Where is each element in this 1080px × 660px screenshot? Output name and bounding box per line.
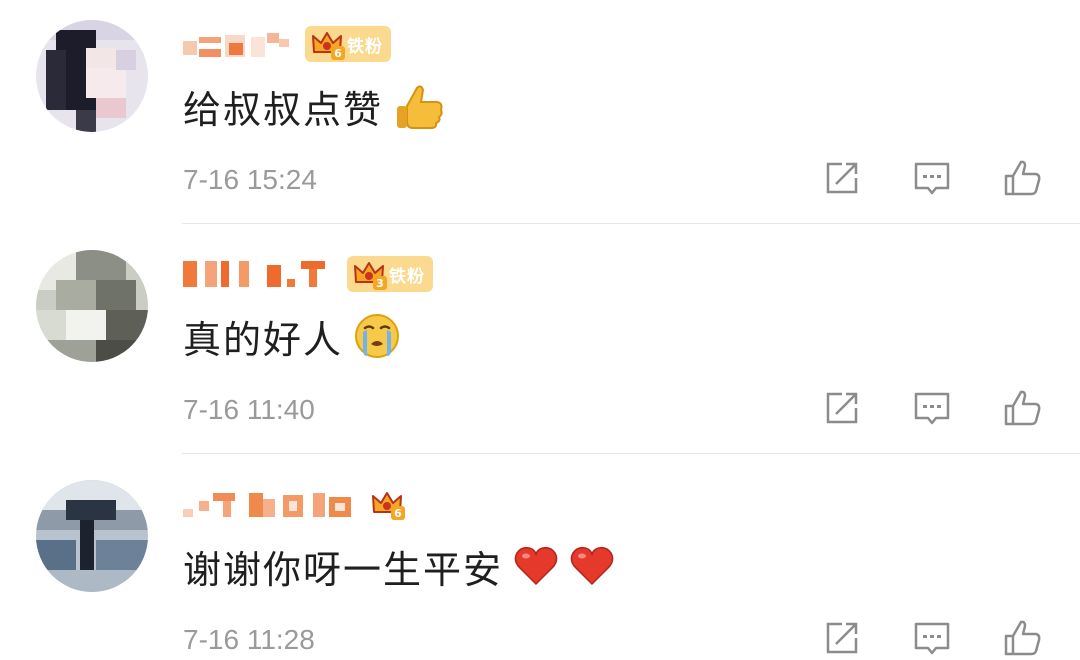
comment-actions [822, 158, 1042, 198]
share-icon[interactable] [822, 388, 862, 428]
reply-icon[interactable] [912, 388, 952, 428]
fan-badge: 6 铁粉 [305, 26, 391, 62]
like-icon[interactable] [1002, 618, 1042, 658]
like-icon[interactable] [1002, 388, 1042, 428]
like-icon[interactable] [1002, 158, 1042, 198]
badge-level: 3 [376, 277, 384, 290]
user-name-row: 6 [183, 482, 405, 526]
user-name-row: 6 铁粉 [183, 22, 391, 66]
timestamp: 7-16 11:28 [183, 624, 315, 655]
divider [182, 223, 1080, 224]
timestamp: 7-16 15:24 [183, 164, 317, 195]
comment-text: 谢谢你呀一生平安 [183, 547, 504, 592]
badge-level: 6 [394, 507, 402, 520]
comment-item: 6 谢谢你呀一生平安 7-16 11:28 [0, 460, 1080, 660]
fan-badge: 6 [369, 486, 405, 522]
comment-text-row: 给叔叔点赞 [183, 78, 445, 134]
red-heart-emoji [570, 546, 614, 586]
meta-row: 7-16 11:40 [183, 390, 315, 430]
avatar[interactable] [36, 20, 148, 132]
reply-icon[interactable] [912, 618, 952, 658]
share-icon[interactable] [822, 618, 862, 658]
crown-icon: 3 [354, 262, 387, 290]
user-name-row: 3 铁粉 [183, 252, 433, 296]
avatar[interactable] [36, 250, 148, 362]
thumbs-up-emoji [397, 85, 443, 129]
meta-row: 7-16 15:24 [183, 160, 317, 200]
blurred-username[interactable] [183, 259, 333, 289]
share-icon[interactable] [822, 158, 862, 198]
comment-actions [822, 388, 1042, 428]
blurred-username[interactable] [183, 29, 291, 59]
comment-actions [822, 618, 1042, 658]
crown-icon: 6 [372, 492, 405, 520]
comment-text-row: 真的好人 [183, 308, 401, 364]
timestamp: 7-16 11:40 [183, 394, 315, 425]
crown-icon: 6 [312, 32, 345, 60]
reply-icon[interactable] [912, 158, 952, 198]
comment-text: 真的好人 [183, 317, 344, 362]
red-heart-emoji [514, 546, 558, 586]
divider [182, 453, 1080, 454]
blurred-username[interactable] [183, 489, 355, 519]
fan-badge: 3 铁粉 [347, 256, 433, 292]
comment-text: 给叔叔点赞 [183, 87, 384, 132]
badge-level: 6 [334, 47, 342, 60]
crying-face-emoji [355, 314, 400, 358]
comment-text-row: 谢谢你呀一生平安 [183, 538, 615, 594]
fan-label: 铁粉 [347, 36, 383, 57]
avatar[interactable] [36, 480, 148, 592]
meta-row: 7-16 11:28 [183, 620, 315, 660]
comment-item: 3 铁粉 真的好人 7-16 11:40 [0, 230, 1080, 460]
comment-item: 6 铁粉 给叔叔点赞 7-16 15:24 [0, 0, 1080, 230]
fan-label: 铁粉 [389, 266, 425, 287]
